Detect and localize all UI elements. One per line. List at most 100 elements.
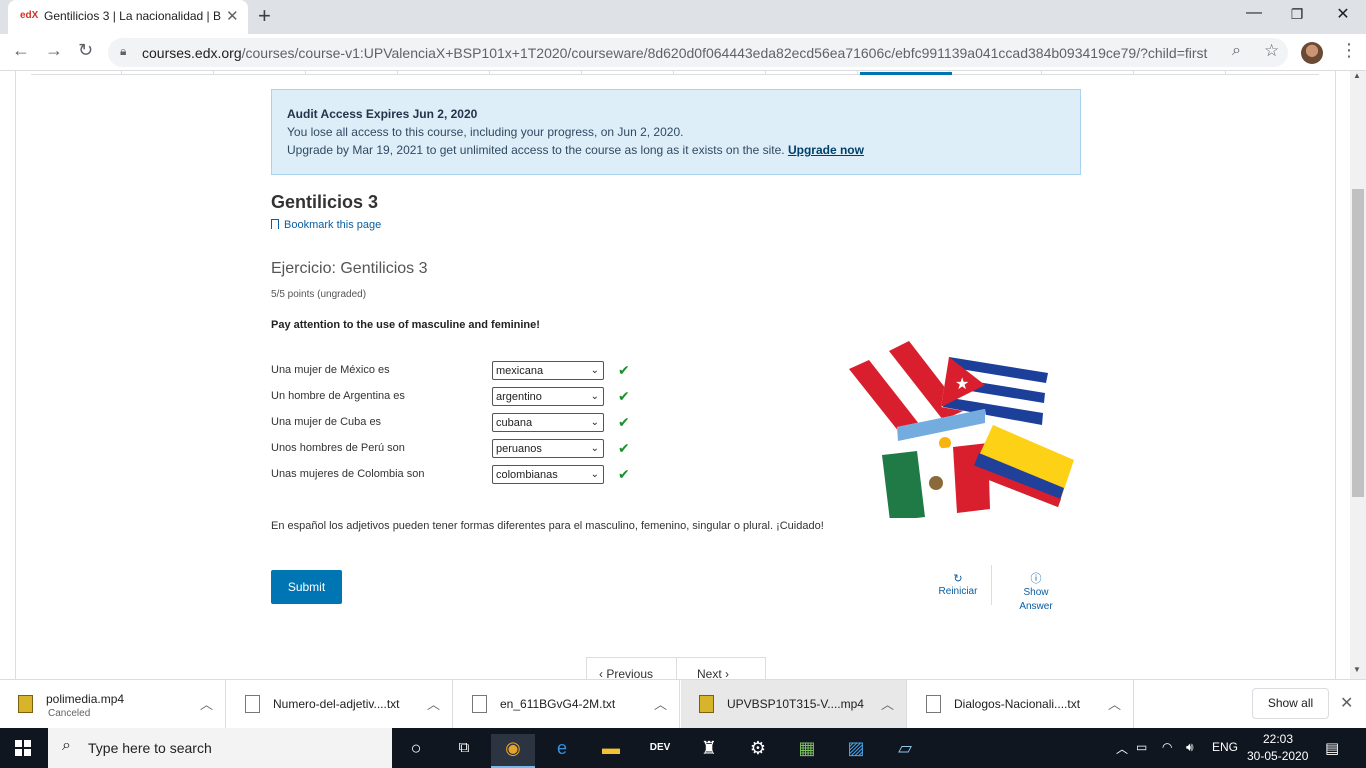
language-indicator[interactable]: ENG [1212,740,1238,754]
upgrade-link[interactable]: Upgrade now [788,143,864,157]
sequence-tab[interactable] [582,71,674,75]
flags-illustration: ★ [849,341,1074,518]
taskbar-search-placeholder: Type here to search [88,740,212,756]
edge-icon[interactable]: e [540,734,584,768]
volume-icon[interactable]: 🔊︎ [1186,740,1194,755]
answer-select[interactable]: colombianas ⌄ [492,465,604,484]
answer-select[interactable]: cubana ⌄ [492,413,604,432]
bookmark-icon [271,219,279,229]
media-file-icon [18,695,33,713]
bookmark-button[interactable]: Bookmark this page [271,218,381,231]
sequence-tab[interactable] [766,71,858,75]
sequence-tab[interactable] [214,71,306,75]
cortana-icon[interactable]: ○ [394,734,438,768]
download-item[interactable]: Dialogos-Nacionali....txt ︿ [908,680,1134,729]
question-row: Unos hombres de Perú son peruanos ⌄ ✔ [271,439,641,459]
scroll-down-icon[interactable]: ▼ [1353,665,1361,674]
refresh-icon: ↻ [953,573,963,585]
chevron-down-icon: ⌄ [590,391,599,402]
close-icon[interactable]: ✕ [1340,693,1353,713]
next-label: Next [697,667,722,679]
url-text: courses.edx.org/courses/course-v1:UPVale… [142,45,1207,61]
restore-icon[interactable]: ❐ [1274,6,1320,23]
browser-menu-icon[interactable]: ⋮ [1340,40,1358,61]
sequence-tab[interactable] [122,71,214,75]
sequence-tab[interactable] [490,71,582,75]
info-icon: ⓘ [1030,573,1042,585]
new-tab-icon[interactable]: + [258,3,271,29]
chevron-up-icon[interactable]: ︿ [427,694,440,713]
url-path: /courses/course-v1:UPValenciaX+BSP101x+1… [241,45,1208,61]
correct-check-icon: ✔ [618,362,630,378]
download-item[interactable]: Numero-del-adjetiv....txt ︿ [227,680,453,729]
tab-close-icon[interactable]: ✕ [226,7,239,25]
sequence-tab[interactable] [1042,71,1134,75]
window-close-icon[interactable]: ✕ [1320,4,1366,24]
answer-select[interactable]: mexicana ⌄ [492,361,604,380]
question-row: Una mujer de México es mexicana ⌄ ✔ [271,361,641,381]
task-view-icon[interactable]: ⧉ [442,734,486,768]
question-label: Una mujer de México es [271,364,390,376]
sequence-tab[interactable] [306,71,398,75]
question-label: Una mujer de Cuba es [271,416,382,428]
sequence-tab[interactable] [398,71,490,75]
answer-select[interactable]: argentino ⌄ [492,387,604,406]
forward-icon[interactable]: → [45,40,63,61]
clock-time[interactable]: 22:03 [1263,732,1293,746]
notifications-icon[interactable]: ▤ [1325,739,1339,757]
sequence-tab-active-indicator [860,72,952,75]
download-shelf: polimedia.mp4 Canceled ︿ Numero-del-adje… [0,679,1366,729]
download-item[interactable]: polimedia.mp4 Canceled ︿ [0,680,226,729]
page-scrollbar[interactable]: ▲ ▼ [1350,71,1366,679]
text-file-icon [472,695,487,713]
chevron-down-icon: ⌄ [590,443,599,454]
correct-check-icon: ✔ [618,466,630,482]
download-item[interactable]: en_611BGvG4-2M.txt ︿ [454,680,680,729]
wifi-icon[interactable]: ◠ [1162,740,1172,754]
chevron-up-icon[interactable]: ︿ [200,694,213,713]
chevron-up-icon[interactable]: ︿ [654,694,667,713]
answer-select[interactable]: peruanos ⌄ [492,439,604,458]
browser-tab[interactable]: edX Gentilicios 3 | La nacionalidad | B … [8,0,248,34]
banner-line-1: You lose all access to this course, incl… [287,125,684,139]
back-icon[interactable]: ← [12,40,30,61]
scroll-thumb[interactable] [1352,189,1364,497]
chevron-up-icon[interactable]: ︿ [1108,694,1121,713]
zoom-icon[interactable]: ⌕ [1232,42,1241,60]
address-bar[interactable]: 🔒︎ courses.edx.org/courses/course-v1:UPV… [108,38,1288,67]
chrome-icon[interactable]: ◉ [491,734,535,768]
tray-chevron-up-icon[interactable]: ︿ [1116,740,1128,757]
previous-button[interactable]: ‹ Previous [587,658,677,679]
settings-gear-icon[interactable]: ⚙ [736,734,780,768]
minimize-icon[interactable]: — [1231,4,1277,22]
download-item[interactable]: UPVBSP10T315-V....mp4 ︿ [681,680,907,729]
chevron-up-icon[interactable]: ︿ [881,694,894,713]
reset-button[interactable]: ↻ Reiniciar [928,572,988,597]
photos-icon[interactable]: ▨ [834,734,878,768]
sequence-tab[interactable] [950,71,1042,75]
windows-start-icon[interactable] [15,740,31,756]
clock-date[interactable]: 30-05-2020 [1247,749,1308,763]
reload-icon[interactable]: ↻ [78,40,93,61]
sequence-tab[interactable] [1134,71,1226,75]
dev-cpp-icon[interactable]: DEV [638,734,682,768]
app-icon[interactable]: ♜ [687,734,731,768]
submit-button[interactable]: Submit [271,570,342,604]
download-filename: polimedia.mp4 [46,692,125,706]
taskbar-search-box[interactable]: ⌕ Type here to search [48,728,392,768]
sequence-tab[interactable] [31,71,122,75]
selected-answer: argentino [496,391,542,403]
spreadsheet-icon[interactable]: ▦ [785,734,829,768]
reset-label: Reiniciar [938,586,978,597]
profile-avatar[interactable] [1301,42,1323,64]
show-all-button[interactable]: Show all [1252,688,1329,719]
battery-icon[interactable]: ▭ [1136,740,1147,754]
sequence-tab[interactable] [674,71,766,75]
scroll-up-icon[interactable]: ▲ [1353,71,1361,80]
next-button[interactable]: Next › [677,658,765,679]
bookmark-star-icon[interactable]: ☆ [1264,41,1279,61]
notepad-icon[interactable]: ▱ [883,734,927,768]
file-explorer-icon[interactable]: ▬ [589,734,633,768]
show-answer-button[interactable]: ⓘ Show Answer [1008,572,1064,614]
previous-label: Previous [606,667,654,679]
